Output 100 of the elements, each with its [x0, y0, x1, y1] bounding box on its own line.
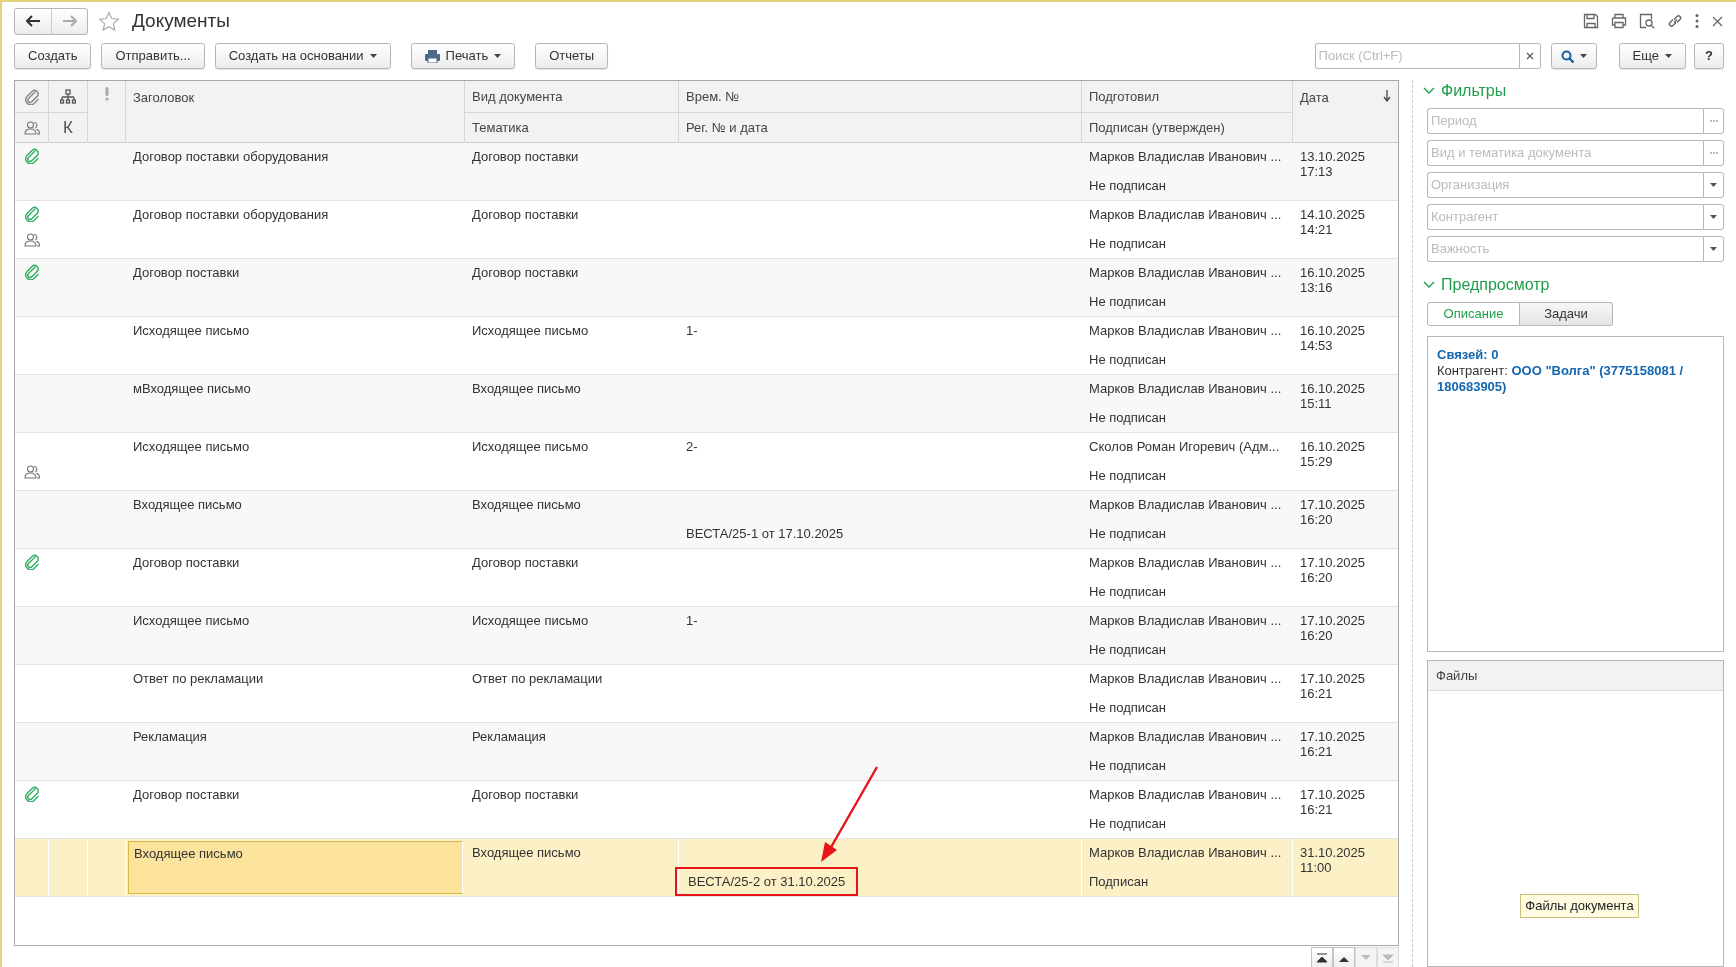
link-icon[interactable]: [1667, 13, 1683, 29]
table-cell-text: 15:29: [1300, 454, 1334, 469]
table-cell-text: Не подписан: [1089, 294, 1167, 310]
help-button[interactable]: ?: [1694, 43, 1724, 69]
paperclip-icon: [24, 264, 40, 280]
table-cell-text: 17.10.2025: [1300, 497, 1367, 512]
column-header[interactable]: Заголовок: [133, 88, 195, 108]
title-cell-text: Договор поставки оборудования: [132, 148, 330, 166]
window-title: Документы: [132, 8, 230, 33]
field-button[interactable]: [1703, 172, 1724, 198]
table-cell-text: Не подписан: [1089, 642, 1167, 658]
column-header[interactable]: Подготовил: [1082, 81, 1292, 112]
table-cell-text: Марков Владислав Иванович ...: [1089, 555, 1283, 571]
filter-field[interactable]: Контрагент: [1427, 204, 1703, 230]
title-cell-text: Рекламация: [132, 728, 208, 746]
table-cell-text: 17.10.2025: [1300, 787, 1367, 802]
table-cell-text: Марков Владислав Иванович ...: [1089, 497, 1283, 513]
table-cell-text: Сколов Роман Игоревич (Адм...: [1089, 439, 1281, 455]
table-cell-text: Не подписан: [1089, 816, 1167, 832]
forward-arrow-icon: [62, 14, 77, 28]
table-cell-text: Договор поставки: [472, 787, 580, 803]
search-button[interactable]: [1550, 43, 1597, 69]
title-cell-text: Договор поставки: [132, 264, 241, 282]
title-cell-text: Исходящее письмо: [132, 322, 251, 340]
printer-icon: [424, 49, 440, 63]
close-icon: [1525, 52, 1534, 60]
favorite-star-icon[interactable]: [98, 10, 120, 32]
people-icon: [24, 464, 40, 480]
table-cell-text: 2-: [686, 439, 699, 455]
table-cell-text: Марков Владислав Иванович ...: [1089, 729, 1283, 745]
title-cell-text: Договор поставки оборудования: [132, 206, 330, 224]
toolbar-button[interactable]: Печать: [410, 43, 516, 69]
table-cell-text: Марков Владислав Иванович ...: [1089, 149, 1283, 165]
table-cell-text: 16.10.2025: [1300, 381, 1367, 396]
sort-arrow-icon[interactable]: [1383, 90, 1391, 102]
table-cell-text: 1-: [686, 323, 699, 339]
dropdown-icon: [1710, 183, 1717, 187]
toolbar-button[interactable]: Создать: [14, 43, 92, 69]
toolbar-button[interactable]: Отчеты: [535, 43, 609, 69]
dropdown-icon: [1710, 215, 1717, 219]
print-icon[interactable]: [1611, 13, 1627, 29]
scroll-button[interactable]: [1333, 947, 1355, 967]
column-header[interactable]: Дата: [1300, 88, 1329, 108]
table-cell-text: 17.10.2025: [1300, 555, 1367, 570]
toolbar-button[interactable]: Отправить...: [101, 43, 205, 69]
field-button[interactable]: [1703, 204, 1724, 230]
scroll-button[interactable]: [1311, 947, 1333, 967]
table-cell-text: 17.10.2025: [1300, 613, 1367, 628]
table-cell-text: Договор поставки: [472, 149, 580, 165]
field-button[interactable]: [1703, 140, 1724, 166]
table-cell-text: Марков Владислав Иванович ...: [1089, 381, 1283, 397]
filter-field[interactable]: Важность: [1427, 236, 1703, 262]
paperclip-icon: [24, 554, 40, 570]
table-cell-text: Входящее письмо: [472, 845, 582, 861]
title-cell-text: Исходящее письмо: [132, 612, 251, 630]
table-cell-text: 16:20: [1300, 628, 1334, 643]
filter-field[interactable]: Организация: [1427, 172, 1703, 198]
table-cell-text: Не подписан: [1089, 700, 1167, 716]
caret-icon: [1579, 54, 1587, 58]
table-cell-text: 16.10.2025: [1300, 439, 1367, 454]
table-cell-text: Марков Владислав Иванович ...: [1089, 207, 1283, 223]
search-field[interactable]: Поиск (Ctrl+F): [1314, 43, 1519, 69]
search-icon: [1560, 49, 1574, 63]
title-cell-text: Договор поставки: [132, 786, 241, 804]
table-cell-text: 1-: [686, 613, 699, 629]
more-icon[interactable]: [1695, 13, 1699, 29]
column-header[interactable]: Врем. №: [679, 81, 1081, 112]
filter-field[interactable]: Вид и тематика документа: [1427, 140, 1703, 166]
toolbar-button[interactable]: Создать на основании: [214, 43, 391, 69]
save-icon[interactable]: [1583, 13, 1599, 29]
title-cell-text: Входящее письмо: [132, 496, 243, 514]
field-button[interactable]: [1703, 108, 1724, 134]
table-cell-text: Договор поставки: [472, 207, 580, 223]
table-cell-text: Подписан: [1089, 874, 1150, 890]
title-cell-text: Ответ по рекламации: [132, 670, 265, 688]
close-icon[interactable]: [1711, 14, 1724, 28]
table-cell-text: Ответ по рекламации: [472, 671, 604, 687]
table-cell-text: Марков Владислав Иванович ...: [1089, 787, 1283, 803]
tab[interactable]: Задачи: [1520, 302, 1613, 326]
tooltip: Файлы документа: [1520, 894, 1639, 918]
field-button[interactable]: [1703, 236, 1724, 262]
tab[interactable]: Описание: [1427, 302, 1520, 326]
table-cell-text: 17.10.2025: [1300, 671, 1367, 686]
preview-icon[interactable]: [1639, 13, 1655, 29]
table-cell-text: 16:21: [1300, 802, 1334, 817]
filter-field[interactable]: Период: [1427, 108, 1703, 134]
table-cell-text: Рекламация: [472, 729, 547, 745]
title-cell-text: Договор поставки: [132, 554, 241, 572]
table-cell-text: 14:53: [1300, 338, 1334, 353]
links-count[interactable]: Связей: 0: [1437, 347, 1714, 363]
table-cell-text: ВЕСТА/25-1 от 17.10.2025: [686, 526, 845, 542]
column-header[interactable]: Вид документа: [465, 81, 678, 112]
group-header[interactable]: Предпросмотр: [1423, 274, 1724, 296]
table-cell-text: Не подписан: [1089, 352, 1167, 368]
more-button[interactable]: Еще: [1618, 43, 1687, 69]
table-cell-text: 15:11: [1300, 396, 1333, 411]
table-cell-text: Не подписан: [1089, 410, 1167, 426]
table-cell-text: 16.10.2025: [1300, 265, 1367, 280]
table-cell-text: 14.10.2025: [1300, 207, 1367, 222]
table-cell-text: 16:21: [1300, 686, 1334, 701]
